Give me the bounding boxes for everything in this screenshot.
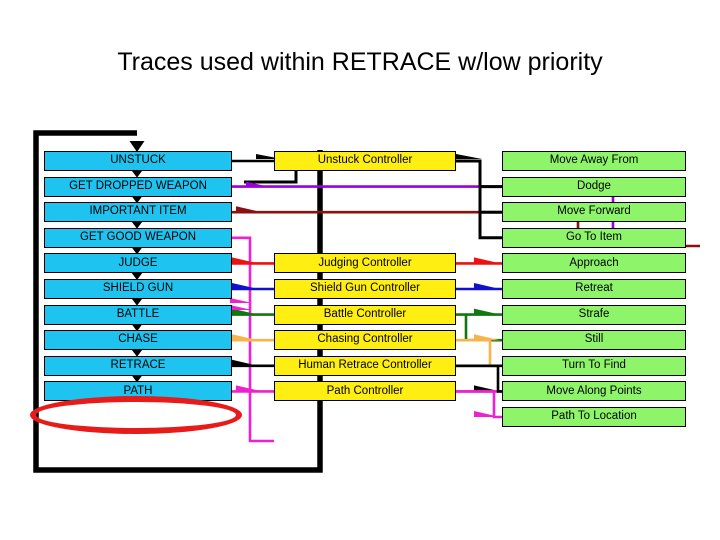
action-box-move-along-points-label: Move Along Points [546, 384, 642, 397]
controller-box-judging-controller[interactable]: Judging Controller [274, 253, 456, 274]
action-box-turn-to-find-label: Turn To Find [562, 359, 626, 372]
action-box-strafe-label: Strafe [578, 307, 610, 320]
action-box-move-away-from[interactable]: Move Away From [502, 151, 686, 171]
behavior-box-shield-gun-label: SHIELD GUN [102, 282, 174, 295]
behavior-box-battle-label: BATTLE [116, 307, 160, 320]
action-box-path-to-location[interactable]: Path To Location [502, 407, 686, 427]
behavior-box-chase-label: CHASE [118, 333, 158, 346]
controller-box-chasing-controller[interactable]: Chasing Controller [274, 330, 456, 351]
connector-line [456, 338, 502, 368]
controller-box-chasing-controller-label: Chasing Controller [317, 333, 413, 346]
action-box-go-to-item-label: Go To Item [565, 231, 623, 244]
behavior-box-judge-label: JUDGE [118, 256, 158, 269]
connector-line [244, 171, 298, 184]
controller-box-shield-gun-controller[interactable]: Shield Gun Controller [274, 279, 456, 299]
behavior-box-get-good-weapon[interactable]: GET GOOD WEAPON [44, 227, 232, 248]
action-box-dodge-label: Dodge [577, 179, 611, 192]
behavior-box-get-good-weapon-label: GET GOOD WEAPON [79, 231, 197, 244]
behavior-box-battle[interactable]: BATTLE [44, 304, 232, 325]
behavior-box-get-dropped-weapon-label: GET DROPPED WEAPON [69, 179, 207, 192]
controller-box-shield-gun-controller-label: Shield Gun Controller [310, 282, 420, 295]
action-box-retreat-label: Retreat [575, 282, 613, 295]
action-box-move-forward-label: Move Forward [557, 205, 631, 218]
action-box-still[interactable]: Still [502, 330, 686, 351]
connector-arrowhead [456, 154, 482, 159]
action-box-move-forward[interactable]: Move Forward [502, 202, 686, 223]
action-box-turn-to-find[interactable]: Turn To Find [502, 355, 686, 376]
behavior-box-judge[interactable]: JUDGE [44, 253, 232, 274]
controller-box-judging-controller-label: Judging Controller [318, 256, 412, 269]
behavior-box-path-label: PATH [123, 384, 153, 397]
action-box-dodge[interactable]: Dodge [502, 176, 686, 197]
behavior-box-unstuck[interactable]: UNSTUCK [44, 151, 232, 171]
controller-box-battle-controller[interactable]: Battle Controller [274, 304, 456, 325]
behavior-box-path[interactable]: PATH [44, 381, 232, 402]
action-box-still-label: Still [584, 333, 604, 346]
slide-canvas: Traces used within RETRACE w/low priorit… [0, 0, 720, 540]
connector-arrowhead [474, 257, 500, 264]
connector-arrowhead [474, 334, 500, 341]
controller-box-battle-controller-label: Battle Controller [323, 307, 407, 320]
connector-arrowhead [474, 283, 500, 289]
action-box-move-away-from-label: Move Away From [549, 154, 639, 167]
behavior-box-chase[interactable]: CHASE [44, 330, 232, 351]
action-box-approach-label: Approach [569, 256, 619, 269]
controller-box-path-controller[interactable]: Path Controller [274, 381, 456, 402]
connector-arrowhead [232, 283, 258, 289]
controller-box-unstuck-controller-label: Unstuck Controller [317, 154, 413, 167]
controller-box-path-controller-label: Path Controller [326, 384, 404, 397]
behavior-box-get-dropped-weapon[interactable]: GET DROPPED WEAPON [44, 176, 232, 197]
controller-box-human-retrace-controller[interactable]: Human Retrace Controller [274, 355, 456, 376]
behavior-box-retrace[interactable]: RETRACE [44, 355, 232, 376]
behavior-box-unstuck-label: UNSTUCK [110, 154, 166, 167]
connector-arrowhead [236, 206, 262, 213]
connector-arrowhead [232, 257, 258, 264]
behavior-box-important-item-label: IMPORTANT ITEM [89, 205, 187, 218]
behavior-box-important-item[interactable]: IMPORTANT ITEM [44, 202, 232, 223]
action-box-approach[interactable]: Approach [502, 253, 686, 274]
action-box-go-to-item[interactable]: Go To Item [502, 227, 686, 248]
connector-arrowhead [232, 334, 258, 341]
controller-box-unstuck-controller[interactable]: Unstuck Controller [274, 151, 456, 171]
behavior-box-shield-gun[interactable]: SHIELD GUN [44, 279, 232, 299]
action-box-strafe[interactable]: Strafe [502, 304, 686, 325]
connector-arrowhead [232, 359, 258, 366]
connector-arrowhead [474, 308, 500, 315]
controller-box-human-retrace-controller-label: Human Retrace Controller [298, 359, 432, 372]
connector-line [456, 159, 502, 240]
action-box-path-to-location-label: Path To Location [551, 410, 637, 423]
behavior-box-retrace-label: RETRACE [110, 359, 166, 372]
action-box-move-along-points[interactable]: Move Along Points [502, 381, 686, 402]
action-box-retreat[interactable]: Retreat [502, 279, 686, 299]
